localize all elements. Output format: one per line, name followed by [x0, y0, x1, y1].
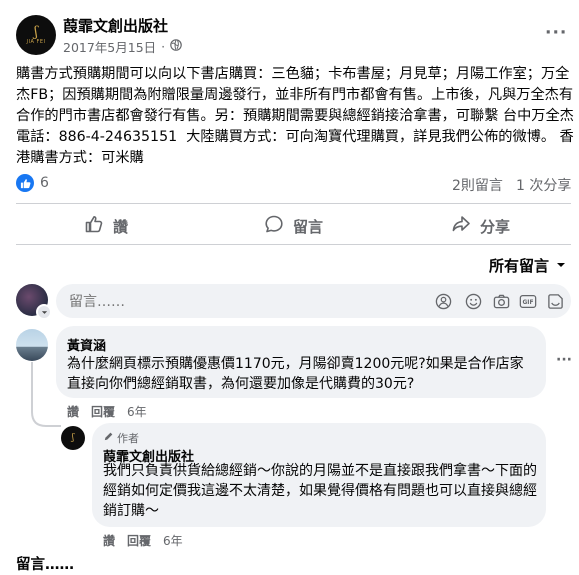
comment-time[interactable]: 6年	[163, 532, 183, 549]
comment-button[interactable]: 留言	[264, 214, 324, 238]
avatar-brand: JIA FEI	[26, 38, 46, 45]
like-reaction-icon[interactable]	[16, 174, 34, 192]
page-avatar[interactable]: ʃ JIA FEI	[16, 15, 56, 55]
avatar-sticker-icon[interactable]	[434, 292, 452, 310]
divider	[16, 244, 571, 245]
comment-input[interactable]	[67, 284, 401, 320]
share-label: 分享	[480, 217, 511, 236]
comment-prompt[interactable]: 留言……	[16, 553, 74, 574]
comment-text: 我們只負責供貨給總經銷～你說的月陽並不是直接跟我們拿書～下面的經銷如何定價我這邊…	[103, 463, 537, 519]
share-count[interactable]: 1 次分享	[516, 175, 571, 195]
like-icon	[84, 214, 104, 238]
pencil-icon	[103, 431, 114, 445]
comment-like-button[interactable]: 讚	[103, 532, 115, 549]
globe-icon	[170, 39, 182, 54]
comment-actions: 讚 回覆 6年	[103, 532, 183, 549]
chevron-down-icon	[555, 257, 567, 275]
more-icon[interactable]: ···	[545, 23, 567, 43]
share-button[interactable]: 分享	[451, 216, 510, 236]
post-meta: 2017年5月15日 ·	[63, 37, 182, 56]
commenter-name[interactable]: 黃資涵	[67, 335, 106, 354]
author-badge-label: 作者	[117, 432, 139, 445]
commenter-avatar[interactable]	[16, 329, 48, 361]
divider	[16, 203, 571, 204]
comment-like-button[interactable]: 讚	[67, 403, 79, 420]
comment-composer[interactable]: GIF	[56, 284, 571, 320]
post-text: 購書方式預購期間可以向以下書店購買：三色貓；卡布書屋；月見草；月陽工作室；万全杰…	[16, 66, 579, 166]
sort-label: 所有留言	[489, 257, 550, 275]
comment-actions: 讚 回覆 6年	[67, 403, 147, 420]
dot-separator: ·	[161, 39, 166, 54]
page-avatar-small[interactable]: ʃ	[61, 426, 85, 450]
comment-label: 留言	[293, 217, 324, 236]
comment-count[interactable]: 2則留言	[452, 175, 503, 195]
comment-time[interactable]: 6年	[127, 403, 147, 420]
author-badge: 作者	[103, 430, 139, 446]
comment-sort-dropdown[interactable]: 所有留言	[489, 255, 567, 276]
more-icon[interactable]: ···	[556, 352, 572, 368]
like-count[interactable]: 6	[40, 175, 49, 191]
page-name[interactable]: 葭霏文創出版社	[63, 15, 168, 36]
svg-text:GIF: GIF	[523, 300, 534, 306]
post-date[interactable]: 2017年5月15日	[63, 37, 156, 56]
comment-text: 為什麼網頁標示預購優惠價1170元，月陽卻賣1200元呢?如果是合作店家直接向你…	[67, 356, 524, 392]
emoji-icon[interactable]	[464, 292, 482, 310]
comment-icon	[264, 214, 284, 238]
camera-icon[interactable]	[492, 292, 510, 310]
like-button[interactable]: 讚	[84, 216, 128, 236]
like-label: 讚	[113, 217, 129, 236]
profile-switch-icon[interactable]	[36, 304, 52, 320]
sticker-icon[interactable]	[546, 292, 564, 310]
avatar-monogram: ʃ	[34, 23, 38, 40]
comment-reply-button[interactable]: 回覆	[127, 532, 151, 549]
share-icon	[451, 214, 471, 238]
gif-icon[interactable]: GIF	[519, 292, 537, 310]
comment-reply-button[interactable]: 回覆	[91, 403, 115, 420]
